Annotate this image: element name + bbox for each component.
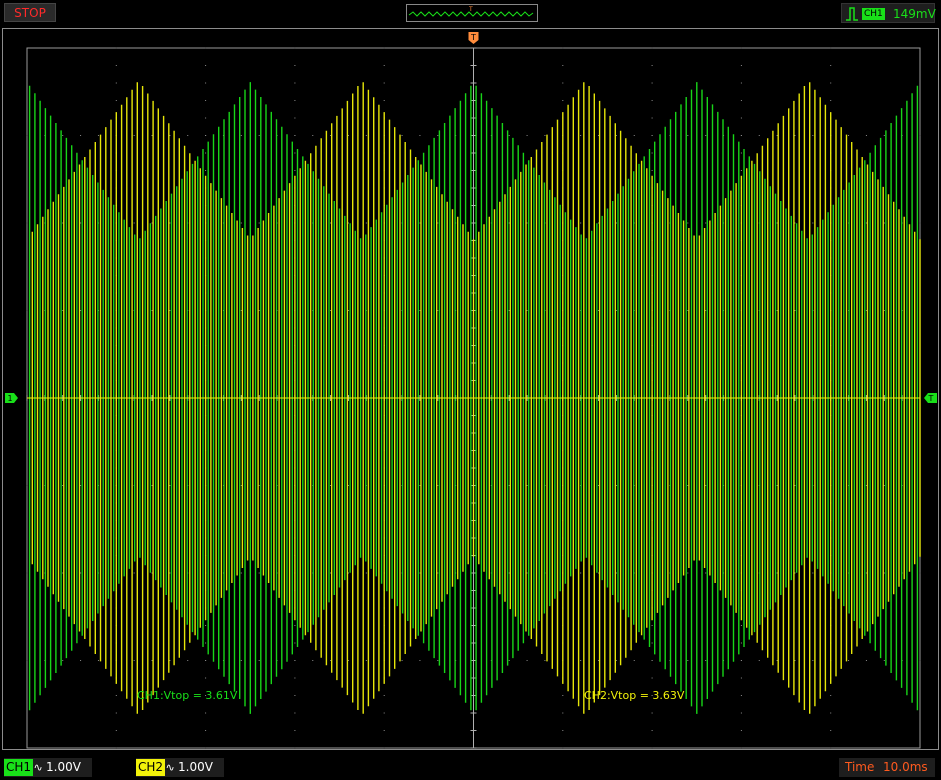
- run-stop-status[interactable]: STOP: [4, 3, 56, 22]
- timebase-label: Time: [845, 760, 875, 774]
- trigger-level: 149mV: [893, 7, 936, 21]
- ch1-ground-label: 1: [7, 394, 12, 403]
- overview-trigger-marker: T: [468, 6, 473, 13]
- top-status-bar: STOP T CH1 149mV: [0, 0, 941, 28]
- waveform-plot[interactable]: T 1 T CH1:Vtop = 3.61V CH2:Vtop = 3.63V: [3, 29, 938, 749]
- trigger-channel-badge: CH1: [862, 8, 885, 20]
- ch2-measurement: CH2:Vtop = 3.63V: [584, 689, 685, 702]
- ch2-scale-control[interactable]: CH2 ∿ 1.00V: [136, 758, 224, 777]
- trigger-level-label: T: [928, 394, 934, 403]
- ac-coupling-icon: ∿: [33, 761, 43, 774]
- timebase-control[interactable]: Time 10.0ms: [839, 758, 935, 777]
- timebase-value: 10.0ms: [883, 760, 928, 774]
- ch1-measurement: CH1:Vtop = 3.61V: [137, 689, 238, 702]
- trigger-status[interactable]: CH1 149mV: [841, 3, 936, 23]
- overview-wave: T: [408, 6, 534, 17]
- ch1-label: CH1: [4, 759, 34, 776]
- waveform-overview[interactable]: T: [406, 4, 538, 22]
- oscilloscope-screen: T 1 T CH1:Vtop = 3.61V CH2:Vtop = 3.63V: [2, 28, 939, 750]
- rising-edge-icon: [846, 7, 858, 21]
- ch2-scale: 1.00V: [178, 760, 213, 774]
- ch2-label: CH2: [136, 759, 166, 776]
- ac-coupling-icon: ∿: [165, 761, 175, 774]
- trigger-position-label: T: [470, 33, 476, 42]
- ch1-scale-control[interactable]: CH1 ∿ 1.00V: [4, 758, 92, 777]
- ch1-scale: 1.00V: [46, 760, 81, 774]
- bottom-status-bar: CH1 ∿ 1.00V CH2 ∿ 1.00V Time 10.0ms: [0, 754, 941, 780]
